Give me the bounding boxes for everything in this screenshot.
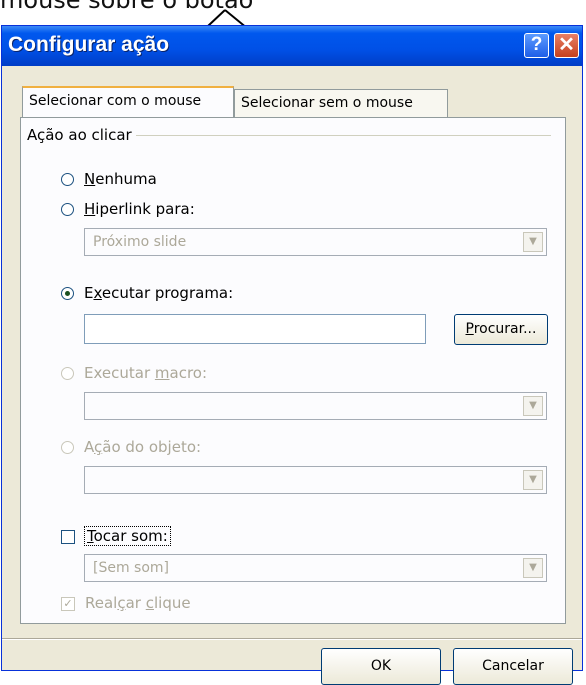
tab-select-without-mouse[interactable]: Selecionar sem o mouse [234, 89, 448, 117]
program-path-input[interactable] [84, 314, 426, 344]
radio-none[interactable] [61, 173, 74, 186]
radio-row-object-action[interactable]: Ação do objeto: [61, 438, 201, 456]
sound-select[interactable]: [Sem som] ▼ [84, 554, 547, 582]
radio-object-action[interactable] [61, 441, 74, 454]
radio-object-action-label: Ação do objeto: [84, 438, 202, 456]
radio-hyperlink-label: Hiperlink para: [84, 200, 195, 218]
group-divider [123, 135, 551, 136]
radio-run-program-label: Executar programa: [84, 284, 234, 302]
radio-none-label: Nenhuma [84, 170, 157, 188]
macro-select[interactable]: ▼ [84, 392, 547, 420]
object-action-select[interactable]: ▼ [84, 466, 547, 494]
play-sound-row[interactable]: Tocar som: [61, 526, 171, 546]
close-button[interactable]: ✕ [554, 33, 579, 58]
radio-hyperlink[interactable] [61, 203, 74, 216]
hyperlink-select-value: Próximo slide [93, 234, 187, 250]
radio-run-macro-label: Executar macro: [84, 364, 208, 382]
radio-row-run-macro[interactable]: Executar macro: [61, 364, 207, 382]
radio-row-hyperlink[interactable]: Hiperlink para: [61, 200, 195, 218]
configure-action-dialog: Configurar ação ? ✕ Selecionar com o mou… [1, 25, 583, 685]
dialog-title: Configurar ação [8, 33, 170, 56]
tab-panel: Ação ao clicar Nenhuma Hiperlink para: P… [20, 117, 566, 624]
highlight-click-label: Realçar clique [85, 594, 191, 612]
highlight-click-checkbox[interactable]: ✓ [61, 596, 75, 611]
radio-run-program[interactable] [61, 287, 74, 300]
ok-button[interactable]: OK [321, 648, 441, 685]
cancel-button[interactable]: Cancelar [453, 648, 573, 685]
play-sound-checkbox[interactable] [61, 529, 75, 544]
tab-select-with-mouse[interactable]: Selecionar com o mouse [22, 86, 234, 117]
chevron-down-icon[interactable]: ▼ [523, 396, 543, 416]
radio-row-run-program[interactable]: Executar programa: [61, 284, 233, 302]
chevron-down-icon[interactable]: ▼ [523, 558, 543, 578]
title-bar[interactable]: Configurar ação ? ✕ [2, 26, 582, 66]
hyperlink-select[interactable]: Próximo slide ▼ [84, 228, 547, 256]
browse-button[interactable]: Procurar... [454, 314, 548, 345]
sound-select-value: [Sem som] [93, 560, 170, 576]
group-label-action-on-click: Ação ao clicar [27, 126, 136, 144]
chevron-down-icon[interactable]: ▼ [523, 232, 543, 252]
radio-run-macro[interactable] [61, 367, 74, 380]
chevron-down-icon[interactable]: ▼ [523, 470, 543, 490]
help-button[interactable]: ? [524, 33, 549, 58]
radio-row-none[interactable]: Nenhuma [61, 170, 157, 188]
highlight-click-row[interactable]: ✓ Realçar clique [61, 594, 191, 612]
play-sound-label: Tocar som: [84, 526, 171, 546]
footer-divider [2, 638, 582, 640]
